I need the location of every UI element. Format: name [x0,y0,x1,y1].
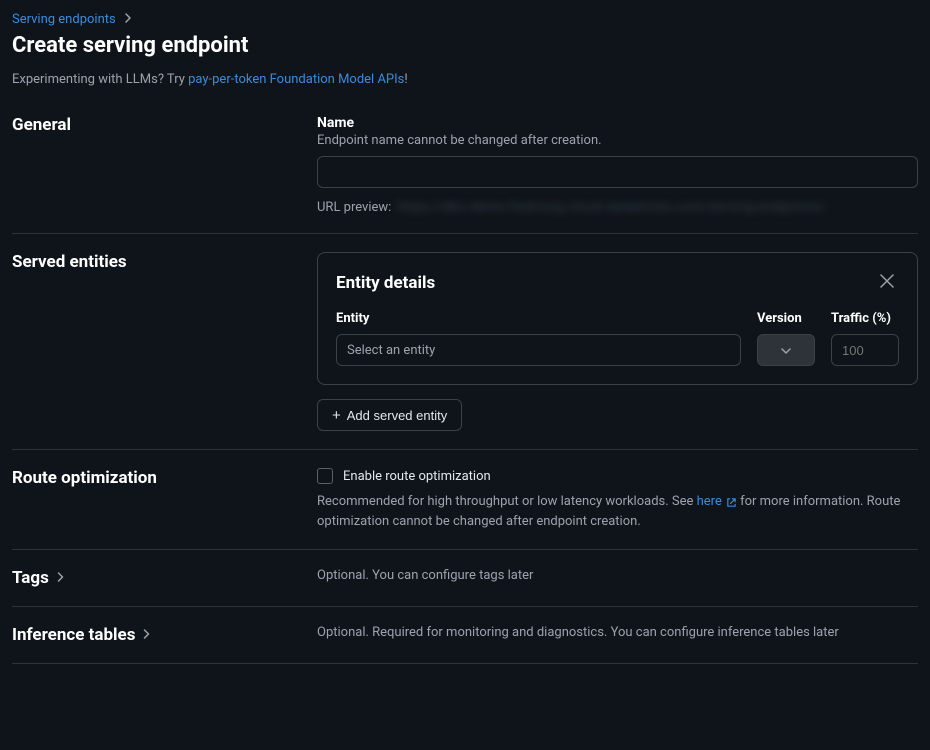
section-route-optimization: Route optimization Enable route optimiza… [12,450,918,550]
breadcrumb: Serving endpoints [12,12,918,27]
close-entity-button[interactable] [875,271,899,295]
section-title-route: Route optimization [12,468,317,488]
entity-select-placeholder: Select an entity [347,343,435,358]
name-label: Name [317,115,918,131]
chevron-right-icon [143,629,150,642]
plus-icon: + [332,407,341,424]
route-desc-prefix: Recommended for high throughput or low l… [317,494,697,509]
version-select[interactable] [757,334,815,366]
name-input[interactable] [317,156,918,188]
section-title-inference[interactable]: Inference tables [12,625,317,645]
tags-description: Optional. You can configure tags later [317,568,918,583]
entity-select[interactable]: Select an entity [336,334,741,366]
inference-description: Optional. Required for monitoring and di… [317,625,918,640]
experiment-suffix: ! [404,72,407,87]
entity-label: Entity [336,311,741,326]
add-entity-label: Add served entity [347,408,447,423]
chevron-right-icon [57,572,64,585]
route-optimization-checkbox[interactable] [317,468,333,484]
section-title-tags[interactable]: Tags [12,568,317,588]
url-preview-label: URL preview: [317,200,391,215]
section-title-general: General [12,115,317,135]
entity-card: Entity details Entity Select an entity V… [317,252,918,385]
experiment-prefix: Experimenting with LLMs? Try [12,72,188,87]
route-checkbox-label: Enable route optimization [343,469,491,484]
name-hint: Endpoint name cannot be changed after cr… [317,133,918,148]
section-tags: Tags Optional. You can configure tags la… [12,550,918,607]
breadcrumb-link[interactable]: Serving endpoints [12,12,116,27]
add-served-entity-button[interactable]: + Add served entity [317,399,462,431]
traffic-input[interactable] [831,334,899,366]
section-general: General Name Endpoint name cannot be cha… [12,111,918,234]
chevron-down-icon [781,343,791,358]
chevron-right-icon [124,13,132,26]
foundation-models-link[interactable]: pay-per-token Foundation Model APIs [188,72,404,87]
external-link-icon [724,495,737,510]
experiment-note: Experimenting with LLMs? Try pay-per-tok… [12,72,918,87]
entity-card-title: Entity details [336,273,435,293]
page-title: Create serving endpoint [12,33,918,58]
traffic-label: Traffic (%) [831,311,899,326]
section-served-entities: Served entities Entity details Entity Se… [12,234,918,450]
version-label: Version [757,311,815,326]
section-inference-tables: Inference tables Optional. Required for … [12,607,918,664]
route-description: Recommended for high throughput or low l… [317,492,918,531]
close-icon [880,274,894,293]
url-preview-value: https://dbc-demo-field-eng.cloud.databri… [397,200,826,215]
route-desc-link[interactable]: here [697,494,737,509]
section-title-served: Served entities [12,252,317,272]
